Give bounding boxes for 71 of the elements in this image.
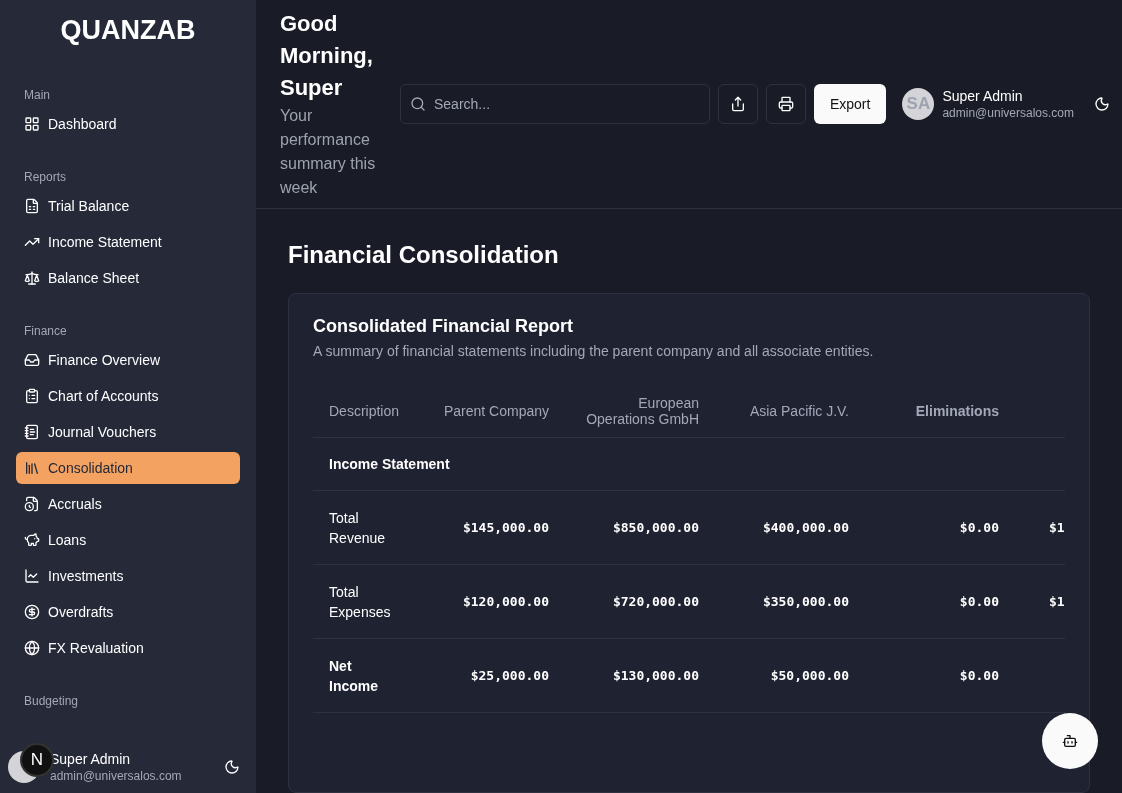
bot-icon	[1062, 733, 1078, 749]
nav-item[interactable]: Trial Balance	[16, 190, 240, 222]
inbox-icon	[24, 352, 40, 368]
nav-item[interactable]: Loans	[16, 524, 240, 556]
nav-item[interactable]: Accruals	[16, 488, 240, 520]
clipboard-icon	[24, 388, 40, 404]
avatar: SA	[902, 88, 935, 120]
brand-logo: QUANZAB	[59, 14, 197, 47]
section-label: Finance	[23, 323, 68, 340]
globe-icon	[24, 640, 40, 656]
column-header: Eliminations	[865, 385, 1015, 438]
spreadsheet-icon	[24, 198, 40, 214]
table-cell: $0.00	[959, 519, 999, 535]
table-cell: $145,000.00	[462, 519, 549, 535]
page-title: Financial Consolidation	[288, 241, 560, 269]
table-cell: Total Revenue	[329, 509, 386, 546]
section-label: Budgeting	[23, 693, 80, 710]
moon-icon[interactable]	[1094, 96, 1110, 112]
print-button[interactable]	[765, 84, 806, 124]
column-header: European Operations GmbH	[565, 385, 715, 438]
scale-icon	[24, 270, 40, 286]
grid-icon	[24, 116, 40, 132]
column-header: Asia Pacific J.V.	[715, 385, 865, 438]
user-name: Super Admin	[942, 88, 1024, 104]
nav-item[interactable]: FX Revaluation	[16, 632, 240, 664]
table-cell: $50,000.00	[770, 667, 849, 683]
export-button[interactable]: Export	[813, 84, 887, 124]
search-icon	[410, 96, 426, 112]
table-cell: $120,000.00	[462, 593, 549, 609]
table-cell: $720,000.00	[612, 593, 699, 609]
nav-item[interactable]: Income Statement	[16, 226, 240, 258]
share-button[interactable]	[717, 84, 758, 124]
table-cell: Total Expenses	[329, 583, 391, 620]
nav-item[interactable]: Overdrafts	[16, 596, 240, 628]
nav-item[interactable]: Balance Sheet	[16, 262, 240, 294]
table-cell: Net Income	[329, 657, 378, 694]
user-email: admin@universalos.com	[942, 106, 1074, 120]
greeting-subtitle: Your performance summary this week	[280, 106, 377, 198]
table-cell: $25,000.00	[470, 667, 549, 683]
section-label: Reports	[23, 169, 68, 186]
card-description: A summary of financial statements including the parent company and all associate entities.	[313, 343, 875, 359]
search-field[interactable]: Search...	[400, 84, 710, 124]
table-cell: $1	[1049, 519, 1065, 535]
library-icon	[24, 460, 40, 476]
greeting: Good Morning, Super	[280, 10, 374, 102]
line-chart-icon	[24, 568, 40, 584]
nav-item[interactable]: Investments	[16, 560, 240, 592]
table-cell: $400,000.00	[762, 519, 849, 535]
upload-icon	[729, 96, 746, 112]
nav-item[interactable]: Chart of Accounts	[16, 380, 240, 412]
table-cell: $130,000.00	[612, 667, 699, 683]
nav-item[interactable]: Finance Overview	[16, 344, 240, 376]
column-header: Parent Company	[413, 385, 565, 438]
notebook-icon	[24, 424, 40, 440]
table-cell: $850,000.00	[612, 519, 699, 535]
nav-item[interactable]: Journal Vouchers	[16, 416, 240, 448]
section-label: Main	[23, 87, 51, 104]
section-row-label: Income Statement	[329, 456, 450, 472]
file-clock-icon	[24, 496, 40, 512]
card-title: Consolidated Financial Report	[313, 316, 575, 337]
table-cell: $0.00	[959, 593, 999, 609]
dollar-icon	[24, 604, 40, 620]
printer-icon	[777, 96, 794, 112]
table-cell: $1	[1049, 593, 1065, 609]
table-cell: $350,000.00	[762, 593, 849, 609]
table-cell: $0.00	[959, 667, 999, 683]
moon-icon[interactable]	[224, 759, 240, 775]
piggy-bank-icon	[24, 532, 40, 548]
column-header: Description	[313, 385, 413, 438]
nav-item[interactable]: Dashboard	[16, 108, 240, 140]
nav-item[interactable]: Consolidation	[16, 452, 240, 484]
